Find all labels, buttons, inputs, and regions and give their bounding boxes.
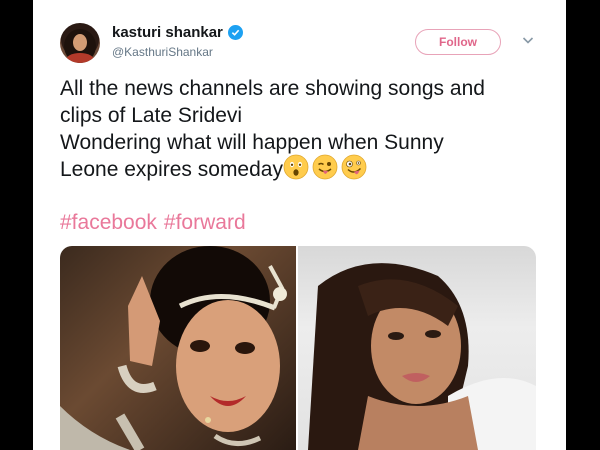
hashtags: #facebook #forward [60,211,246,235]
emoji-group [283,154,367,180]
hashtag-link[interactable]: #forward [164,211,246,235]
user-handle[interactable]: @KasthuriShankar [112,45,213,59]
verified-badge-icon [227,25,243,40]
tweet-text-line: All the news channels are showing songs … [60,77,485,100]
zany-face-emoji-icon [341,155,367,180]
tweet-text-line: Wondering what will happen when Sunny [60,131,444,154]
photo-right[interactable] [298,246,536,450]
photo-left[interactable] [60,246,296,450]
hashtag-link[interactable]: #facebook [60,211,157,235]
media-grid [60,246,536,450]
tweet-text-line: clips of Late Sridevi [60,104,243,127]
astonished-face-emoji-icon [283,155,309,180]
tweet-text: All the news channels are showing songs … [60,75,540,183]
winking-face-with-tongue-emoji-icon [312,155,338,180]
chevron-down-icon[interactable] [521,33,535,47]
avatar[interactable] [60,23,100,63]
follow-button[interactable]: Follow [415,29,501,55]
tweet-text-line: Leone expires someday [60,158,283,181]
display-name[interactable]: kasturi shankar [112,24,223,41]
display-name-row[interactable]: kasturi shankar [112,24,243,41]
tweet-text-last-line: Leone expires someday [60,154,540,183]
tweet-card: kasturi shankar @KasthuriShankar Follow … [33,0,566,450]
